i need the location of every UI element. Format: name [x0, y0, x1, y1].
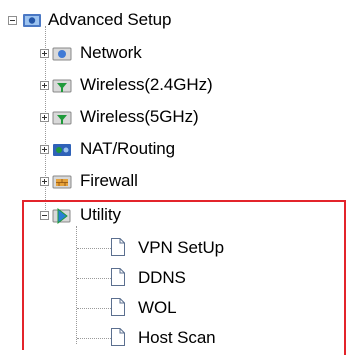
expand-toggle-icon[interactable] [40, 81, 49, 90]
tree-item-label: NAT/Routing [80, 139, 175, 158]
expand-toggle-icon[interactable] [40, 49, 49, 58]
highlight-box [22, 200, 345, 350]
expand-toggle-icon[interactable] [40, 145, 49, 154]
tree-item-label: Firewall [80, 171, 138, 190]
tree-item-label: Wireless(2.4GHz) [80, 75, 213, 94]
expand-toggle-icon[interactable] [40, 113, 49, 122]
tree-item-label: Wireless(5GHz) [80, 107, 199, 126]
highlight-box-right [344, 200, 346, 355]
network-icon [52, 47, 72, 61]
tree-root-label: Advanced Setup [48, 10, 172, 29]
wireless-antenna-icon [52, 79, 72, 93]
expand-toggle-icon[interactable] [40, 177, 49, 186]
collapse-toggle-icon[interactable] [8, 16, 17, 25]
firewall-icon [52, 175, 72, 189]
nat-routing-icon [53, 144, 71, 156]
advanced-setup-folder-icon [23, 14, 41, 27]
wireless-antenna-icon [52, 111, 72, 125]
tree-item-label: Network [80, 43, 142, 62]
